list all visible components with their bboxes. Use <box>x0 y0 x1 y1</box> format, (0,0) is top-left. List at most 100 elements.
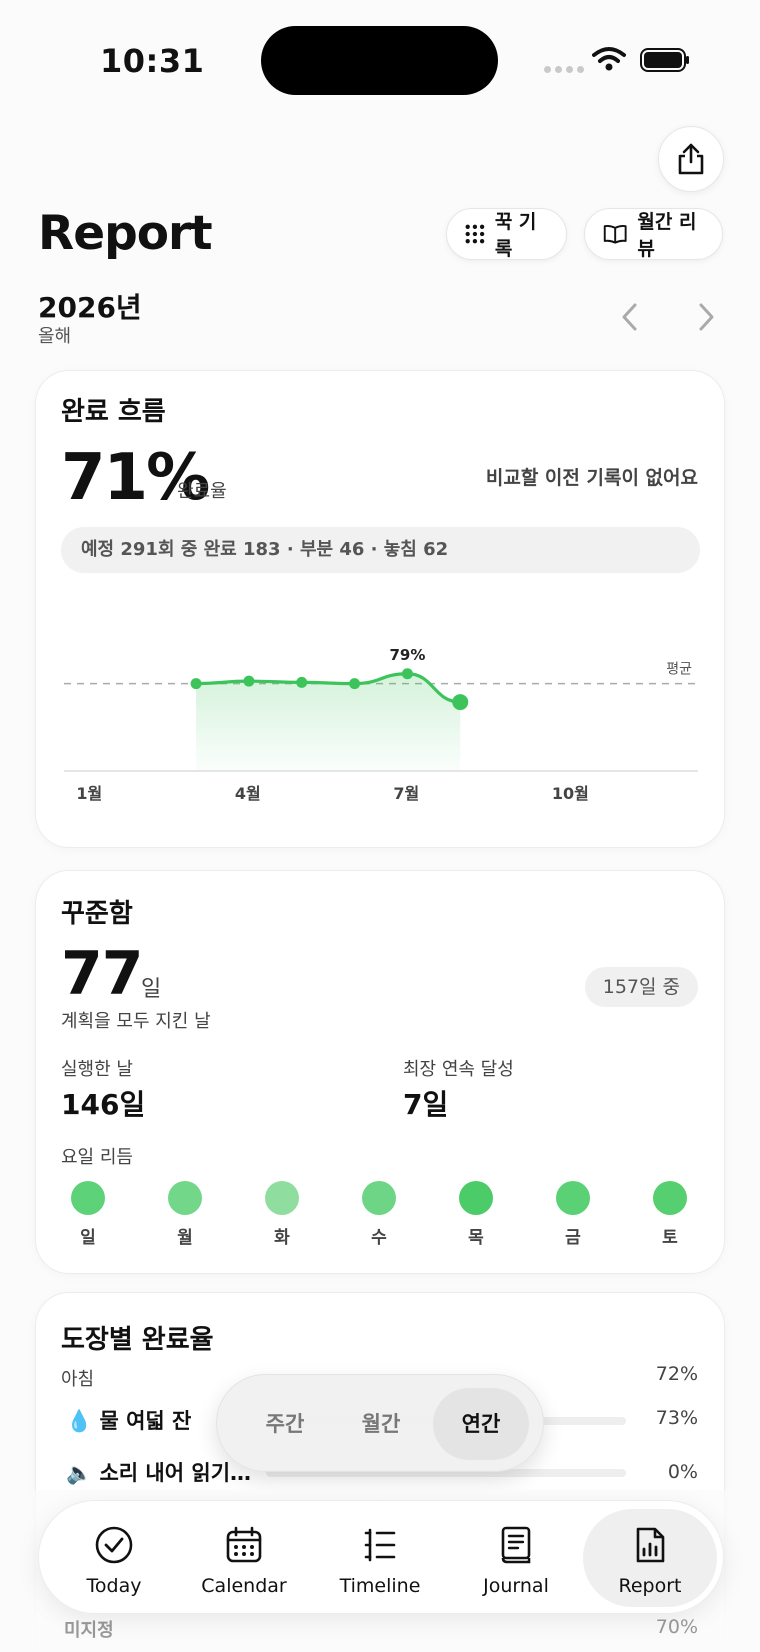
status-bar: 10:31 <box>0 0 760 120</box>
segment-weekly[interactable]: 주간 <box>237 1388 333 1460</box>
unassigned-label: 미지정 <box>64 1620 114 1641</box>
tab-label: Timeline <box>339 1575 421 1597</box>
data-point <box>452 694 469 711</box>
weekday-label: 화 <box>274 1228 290 1248</box>
x-tick-label: 1월 <box>76 784 102 803</box>
battery-icon <box>640 48 689 72</box>
weekday-label: 금 <box>565 1228 581 1248</box>
weekday-item: 금 <box>543 1181 603 1248</box>
calendar-icon <box>226 1526 262 1563</box>
tab-calendar[interactable]: Calendar <box>177 1509 311 1607</box>
tab-label: Report <box>618 1575 682 1597</box>
page-title: Report <box>38 206 213 261</box>
weekday-item: 목 <box>446 1181 506 1248</box>
weekday-item: 일 <box>58 1181 118 1248</box>
tab-label: Calendar <box>201 1575 287 1597</box>
morning-label: 아침 <box>61 1369 95 1390</box>
perfect-days-unit: 일 <box>141 977 162 1002</box>
journal-icon <box>501 1526 531 1564</box>
weekday-dot <box>556 1181 590 1215</box>
weekday-dot <box>653 1181 687 1215</box>
active-days-value: 146일 <box>61 1088 146 1121</box>
data-point <box>243 675 255 687</box>
weekday-label: 일 <box>80 1228 96 1248</box>
habit-log-label: 꾹 기록 <box>494 211 537 260</box>
x-tick-label: 7월 <box>393 784 419 803</box>
consistency-card: 꾸준함 77 일 계획을 모두 지킨 날 157일 중 실행한 날 146일 최… <box>35 870 725 1274</box>
active-days-label: 실행한 날 <box>61 1059 133 1080</box>
tab-label: Journal <box>483 1575 549 1597</box>
timeline-list-icon <box>364 1528 396 1562</box>
weekday-dot <box>265 1181 299 1215</box>
habit-log-button[interactable]: 꾹 기록 <box>446 208 567 260</box>
monthly-review-button[interactable]: 월간 리뷰 <box>584 208 723 260</box>
year-title: 2026년 <box>38 291 142 324</box>
year-subtitle: 올해 <box>38 326 72 347</box>
tab-today[interactable]: Today <box>47 1509 181 1607</box>
tab-label: Today <box>86 1575 142 1597</box>
prev-year-chevron-icon[interactable] <box>620 302 640 332</box>
report-chart-icon <box>636 1527 665 1563</box>
book-open-icon <box>603 224 627 244</box>
grid-dots-icon <box>465 224 485 244</box>
tab-report[interactable]: Report <box>583 1509 717 1607</box>
summary-bar: 예정 291회 중 완료 183 · 부분 46 · 놓침 62 <box>61 527 700 573</box>
out-of-badge: 157일 중 <box>584 967 698 1007</box>
data-point <box>296 676 308 688</box>
tab-bar: Today Calendar Timeline Journal Report <box>38 1500 724 1614</box>
habit-name: 소리 내어 읽기… <box>99 1461 252 1485</box>
weekday-dot <box>71 1181 105 1215</box>
habit-pct: 0% <box>667 1461 698 1483</box>
card-title: 도장별 완료율 <box>61 1325 214 1355</box>
average-label: 평균 <box>666 662 692 678</box>
weekday-label: 월 <box>177 1228 193 1248</box>
weekday-rhythm-label: 요일 리듬 <box>61 1147 133 1168</box>
data-point <box>349 678 361 690</box>
data-point <box>190 678 202 690</box>
longest-streak-value: 7일 <box>403 1088 449 1121</box>
list-item[interactable]: 💧 물 여덟 잔 <box>66 1405 191 1435</box>
unassigned-pct: 70% <box>655 1616 698 1638</box>
compare-text: 비교할 이전 기록이 없어요 <box>485 467 698 489</box>
water-drop-icon: 💧 <box>66 1409 93 1433</box>
longest-streak-label: 최장 연속 달성 <box>403 1059 514 1080</box>
dynamic-island <box>261 26 498 95</box>
share-icon <box>678 143 704 175</box>
completion-line-chart: 평균 79% 1월 4월 7월 10월 <box>64 646 698 803</box>
x-tick-label: 4월 <box>235 784 261 803</box>
speaker-icon: 🔈 <box>66 1461 93 1485</box>
card-title: 완료 흐름 <box>61 397 166 427</box>
signal-icon <box>544 66 584 73</box>
weekday-label: 토 <box>662 1228 678 1248</box>
share-button[interactable] <box>658 126 724 192</box>
monthly-review-label: 월간 리뷰 <box>637 211 697 260</box>
weekday-label: 수 <box>371 1228 387 1248</box>
segment-yearly[interactable]: 연간 <box>433 1388 529 1460</box>
segment-monthly[interactable]: 월간 <box>333 1388 429 1460</box>
card-title: 꾸준함 <box>61 899 133 929</box>
weekday-label: 목 <box>468 1228 484 1248</box>
weekday-dot <box>362 1181 396 1215</box>
period-segmented-control: 주간 월간 연간 <box>216 1374 544 1472</box>
series-area <box>196 673 461 771</box>
status-time: 10:31 <box>100 42 205 80</box>
check-circle-icon <box>95 1526 133 1564</box>
tab-journal[interactable]: Journal <box>449 1509 583 1607</box>
perfect-days-count: 77 <box>61 939 143 1009</box>
tab-timeline[interactable]: Timeline <box>313 1509 447 1607</box>
next-year-chevron-icon[interactable] <box>696 302 716 332</box>
completion-flow-card: 완료 흐름 71% 완료율 비교할 이전 기록이 없어요 예정 291회 중 완… <box>35 370 725 848</box>
x-tick-label: 10월 <box>552 784 589 803</box>
habit-name: 물 여덟 잔 <box>99 1409 192 1433</box>
completion-rate-label: 완료율 <box>177 481 227 502</box>
weekday-item: 수 <box>349 1181 409 1248</box>
wifi-icon <box>592 47 626 71</box>
habit-pct: 73% <box>655 1407 698 1429</box>
morning-pct: 72% <box>655 1363 698 1385</box>
data-point <box>401 668 413 680</box>
perfect-days-label: 계획을 모두 지킨 날 <box>61 1011 211 1032</box>
weekday-item: 월 <box>155 1181 215 1248</box>
weekday-dot <box>168 1181 202 1215</box>
weekday-item: 토 <box>640 1181 700 1248</box>
list-item[interactable]: 🔈 소리 내어 읽기… <box>66 1457 251 1487</box>
